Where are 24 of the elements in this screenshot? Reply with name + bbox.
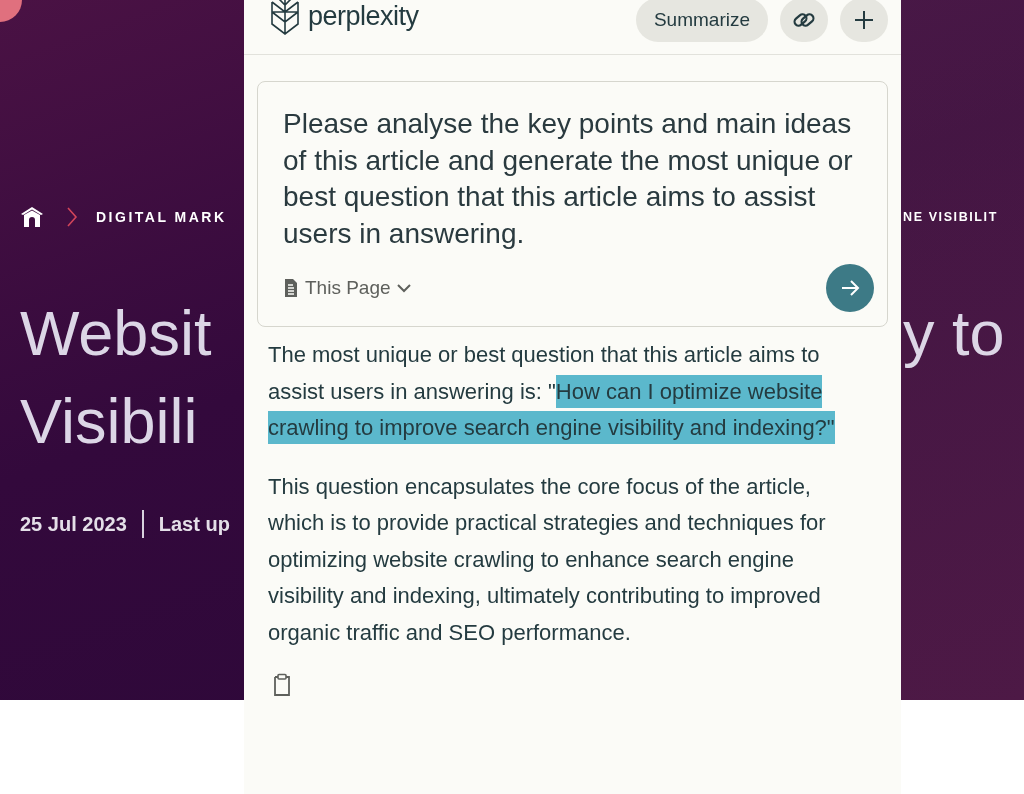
query-box[interactable]: Please analyse the key points and main ideas of this article and generate the most unique or best question that this article aims to assist users in answering. This Page — [257, 81, 888, 327]
document-icon — [283, 278, 299, 298]
home-icon — [20, 205, 44, 229]
send-button[interactable] — [826, 264, 874, 312]
page-title-line: Visibili — [20, 385, 198, 458]
answer-paragraph: This question encapsulates the core focus of the article, which is to provide practical strategies and techniques for optimizing website crawling to enhance search engine visibility and indexing, ultimately contributing to improved organic traffic and SEO performance. — [268, 472, 827, 647]
clipboard-icon — [272, 673, 292, 697]
perplexity-logo-icon — [268, 0, 302, 36]
page-title-line: Websit — [20, 297, 212, 370]
arrow-right-icon — [840, 278, 860, 298]
chevron-down-icon — [396, 283, 411, 293]
source-dropdown[interactable]: This Page — [283, 273, 411, 303]
last-updated-label: Last up — [158, 512, 230, 536]
breadcrumb-link[interactable]: DIGITAL MARK — [96, 209, 227, 225]
link-button[interactable] — [780, 0, 828, 42]
plus-icon — [854, 10, 874, 30]
chevron-icon — [66, 206, 78, 228]
breadcrumb-link[interactable]: NE VISIBILIT — [903, 210, 998, 224]
logo-text: perplexity — [308, 0, 419, 32]
new-thread-button[interactable] — [840, 0, 888, 42]
query-text: Please analyse the key points and main ideas of this article and generate the most unique or best question that this article aims to assist users in answering. — [283, 107, 854, 251]
summarize-button[interactable]: Summarize — [635, 0, 768, 42]
publish-date: 25 Jul 2023 — [20, 512, 127, 536]
page-title-line: y to — [903, 297, 1005, 370]
